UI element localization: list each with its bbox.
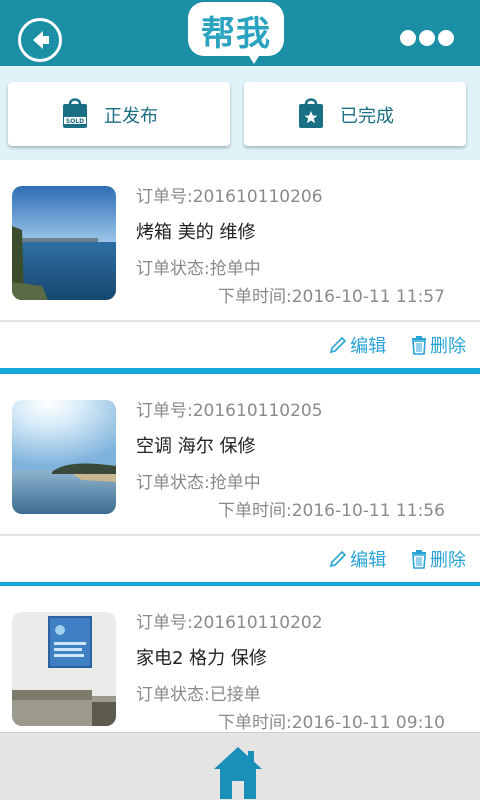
segment-tabs: SOLD 正发布 已完成 — [0, 66, 480, 160]
order-thumbnail — [12, 186, 116, 300]
order-status: 已接单 — [209, 685, 261, 705]
order-number-row: 订单号:201610110202 — [136, 608, 323, 633]
order-number: 201610110206 — [192, 187, 323, 207]
order-title: 家电2 格力 保修 — [136, 648, 267, 669]
order-status-row: 订单状态:抢单中 — [136, 254, 261, 279]
tab-publishing[interactable]: SOLD 正发布 — [8, 82, 230, 146]
more-button[interactable] — [400, 30, 454, 46]
back-button[interactable] — [18, 18, 62, 62]
order-number: 201610110205 — [192, 401, 323, 421]
order-number-row: 订单号:201610110205 — [136, 396, 323, 421]
home-icon — [214, 747, 262, 799]
order-number-label: 订单号: — [136, 613, 193, 633]
app-logo: 帮我 — [188, 2, 284, 64]
order-time-row: 下单时间:2016-10-11 09:10 — [218, 708, 445, 732]
delete-button[interactable]: 删除 — [410, 546, 466, 572]
card-divider — [0, 534, 480, 536]
more-dots-icon — [419, 30, 435, 46]
bottom-bar — [0, 732, 480, 800]
order-number: 201610110202 — [192, 613, 323, 633]
card-divider — [0, 320, 480, 322]
order-thumbnail — [12, 400, 116, 514]
order-time-label: 下单时间: — [218, 287, 292, 307]
pencil-icon — [330, 550, 347, 568]
order-title: 烤箱 美的 维修 — [136, 222, 256, 243]
order-status-label: 订单状态: — [136, 685, 210, 705]
svg-text:SOLD: SOLD — [66, 118, 84, 125]
order-number-row: 订单号:201610110206 — [136, 182, 323, 207]
home-button[interactable] — [212, 743, 264, 799]
order-title: 空调 海尔 保修 — [136, 436, 256, 457]
order-number-label: 订单号: — [136, 187, 193, 207]
tab-completed-label: 已完成 — [340, 106, 394, 127]
order-list: 订单号:201610110206 烤箱 美的 维修 订单状态:抢单中 下单时间:… — [0, 160, 480, 732]
tab-completed[interactable]: 已完成 — [244, 82, 466, 146]
order-time: 2016-10-11 11:56 — [291, 501, 445, 521]
order-status-row: 订单状态:抢单中 — [136, 468, 261, 493]
order-status-label: 订单状态: — [136, 259, 210, 279]
sold-bag-icon: SOLD — [63, 98, 87, 128]
order-time-row: 下单时间:2016-10-11 11:57 — [218, 282, 445, 307]
order-status-row: 订单状态:已接单 — [136, 680, 261, 705]
order-thumbnail — [12, 612, 116, 726]
order-time-label: 下单时间: — [218, 713, 292, 732]
more-dots-icon — [438, 30, 454, 46]
order-status: 抢单中 — [209, 259, 261, 279]
star-bag-icon — [299, 98, 323, 128]
order-time-label: 下单时间: — [218, 501, 292, 521]
delete-button[interactable]: 删除 — [410, 332, 466, 358]
order-status: 抢单中 — [209, 473, 261, 493]
card-actions: 编辑 删除 — [310, 332, 466, 358]
back-arrow-icon — [33, 31, 49, 49]
order-time: 2016-10-11 11:57 — [291, 287, 445, 307]
order-time: 2016-10-11 09:10 — [291, 713, 445, 732]
order-number-label: 订单号: — [136, 401, 193, 421]
tab-publishing-label: 正发布 — [104, 106, 158, 127]
delete-label: 删除 — [430, 336, 466, 357]
order-card[interactable]: 订单号:201610110206 烤箱 美的 维修 订单状态:抢单中 下单时间:… — [0, 160, 480, 374]
delete-label: 删除 — [430, 550, 466, 571]
edit-label: 编辑 — [350, 336, 387, 357]
logo-text: 帮我 — [201, 14, 271, 54]
order-card[interactable]: 订单号:201610110205 空调 海尔 保修 订单状态:抢单中 下单时间:… — [0, 374, 480, 588]
edit-button[interactable]: 编辑 — [328, 332, 386, 358]
trash-icon — [412, 336, 426, 355]
card-actions: 编辑 删除 — [310, 546, 466, 572]
more-dots-icon — [400, 30, 416, 46]
order-card[interactable]: 订单号:201610110202 家电2 格力 保修 订单状态:已接单 下单时间… — [0, 586, 480, 732]
pencil-icon — [330, 336, 347, 354]
edit-label: 编辑 — [350, 550, 387, 571]
order-time-row: 下单时间:2016-10-11 11:56 — [218, 496, 445, 521]
trash-icon — [412, 550, 426, 569]
order-status-label: 订单状态: — [136, 473, 210, 493]
edit-button[interactable]: 编辑 — [328, 546, 386, 572]
top-bar: 帮我 — [0, 0, 480, 66]
